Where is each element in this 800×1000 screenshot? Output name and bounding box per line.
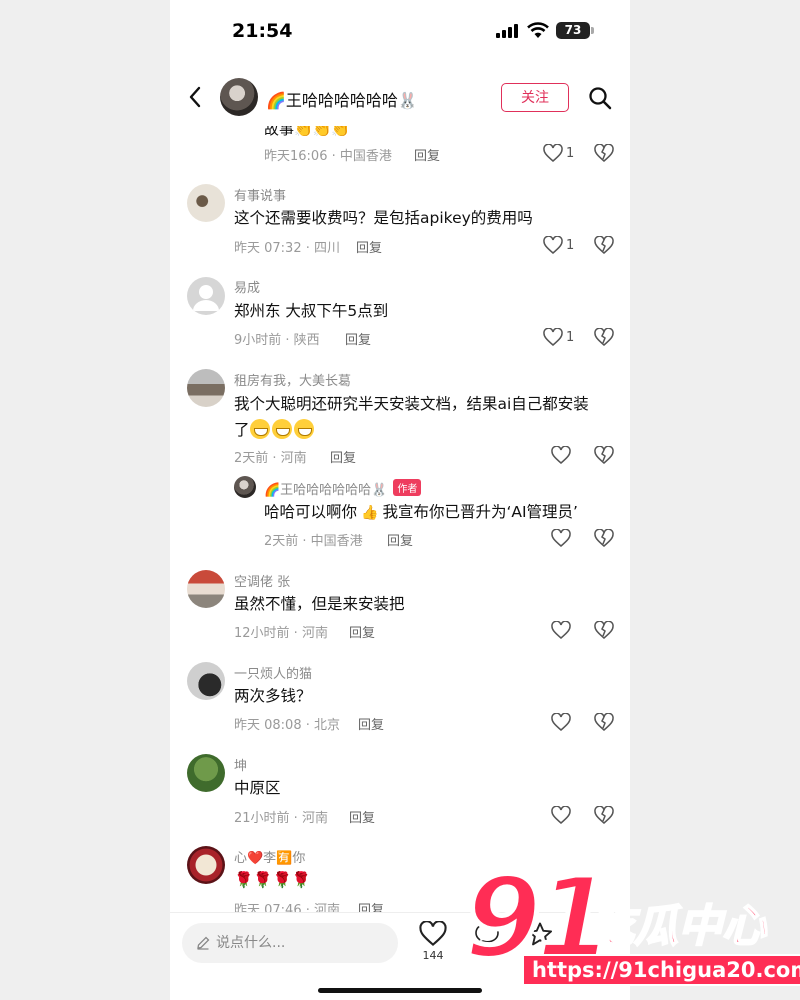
post-like-button[interactable]: 144 <box>418 920 448 962</box>
comment-input[interactable]: 说点什么... <box>182 923 398 963</box>
comment-meta: 9小时前 · 陕西 <box>234 333 320 348</box>
comment-meta: 21小时前 · 河南 <box>234 811 328 826</box>
comment-list[interactable]: 故事👏👏👏 昨天16:06 · 中国香港 回复 1 有事说事 这个还需要收费吗？… <box>170 0 630 1000</box>
like-button[interactable] <box>551 446 571 464</box>
reply-button[interactable]: 回复 <box>358 714 384 733</box>
reply-button[interactable]: 回复 <box>330 447 356 466</box>
heart-icon <box>419 920 447 946</box>
avatar[interactable] <box>187 369 225 407</box>
heart-icon <box>551 529 571 547</box>
comment-text-line2: 了 <box>234 417 316 443</box>
comment-username[interactable]: 心❤️李🈶你 <box>234 847 305 866</box>
like-button[interactable] <box>551 529 571 547</box>
comment-text: 中原区 <box>234 779 281 797</box>
avatar[interactable] <box>187 570 225 608</box>
comment-username[interactable]: 有事说事 <box>234 185 286 204</box>
like-count: 1 <box>566 329 575 345</box>
pencil-icon <box>197 936 210 950</box>
header-username[interactable]: 🌈王哈哈哈哈哈哈🐰 <box>266 87 418 111</box>
like-button[interactable] <box>551 806 571 824</box>
grin-emoji-icon <box>271 419 292 439</box>
grin-emoji-icon <box>293 419 314 439</box>
comment-username[interactable]: 一只烦人的猫 <box>234 663 312 682</box>
dislike-broken-heart-icon[interactable] <box>594 713 614 731</box>
reply-button[interactable]: 回复 <box>349 622 375 641</box>
like-button[interactable]: 1 <box>543 236 574 254</box>
comment-meta: 2天前 · 中国香港 <box>264 534 363 549</box>
comment-username[interactable]: 坤 <box>234 755 247 774</box>
comment-text: 这个还需要收费吗？是包括apikey的费用吗 <box>234 209 533 227</box>
reply-button[interactable]: 回复 <box>349 807 375 826</box>
comment-text: 郑州东 大叔下午5点到 <box>234 302 389 320</box>
thumbs-up-icon: 👍 <box>361 505 379 521</box>
avatar[interactable] <box>187 184 225 222</box>
like-button[interactable] <box>551 621 571 639</box>
heart-icon <box>543 328 563 346</box>
author-reply-text: 哈哈可以啊你 👍 我宣布你已晋升为‘AI管理员’ <box>264 499 578 526</box>
comment-meta: 昨天 08:08 · 北京 <box>234 718 340 733</box>
heart-icon <box>551 446 571 464</box>
watermark: 91 吃瓜中心 https://91chigua20.com <box>460 852 800 990</box>
heart-icon <box>551 806 571 824</box>
dislike-broken-heart-icon[interactable] <box>594 806 614 824</box>
search-icon[interactable] <box>588 86 612 110</box>
reply-button[interactable]: 回复 <box>414 145 440 164</box>
phone-screen: 21:54 73 故事👏👏👏 昨天16:06 · 中国香港 回复 1 有事说事 … <box>170 0 630 1000</box>
default-avatar-icon[interactable] <box>187 277 225 315</box>
avatar[interactable] <box>187 662 225 700</box>
heart-icon <box>551 713 571 731</box>
author-reply-username[interactable]: 🌈王哈哈哈哈哈哈🐰 作者 <box>264 479 422 498</box>
comment-username[interactable]: 易成 <box>234 277 260 296</box>
comment-username[interactable]: 空调佬 张 <box>234 571 290 590</box>
comment-meta: 昨天 07:32 · 四川 <box>234 241 340 256</box>
reply-button[interactable]: 回复 <box>345 329 371 348</box>
watermark-text: 吃瓜中心 <box>589 900 767 953</box>
comment-text: 虽然不懂，但是来安装把 <box>234 595 405 613</box>
comment-username[interactable]: 租房有我，大美长葛 <box>234 370 351 389</box>
follow-button[interactable]: 关注 <box>501 83 569 112</box>
like-button[interactable]: 1 <box>543 144 574 162</box>
dislike-broken-heart-icon[interactable] <box>594 236 614 254</box>
dislike-broken-heart-icon[interactable] <box>594 446 614 464</box>
author-avatar[interactable] <box>234 476 256 498</box>
grin-emoji-icon <box>249 419 270 439</box>
comment-meta: 2天前 · 河南 <box>234 451 307 466</box>
like-count: 1 <box>566 145 575 161</box>
dislike-broken-heart-icon[interactable] <box>594 328 614 346</box>
dislike-broken-heart-icon[interactable] <box>594 144 614 162</box>
dislike-broken-heart-icon[interactable] <box>594 529 614 547</box>
heart-icon <box>543 144 563 162</box>
watermark-url: https://91chigua20.com <box>522 954 800 986</box>
like-button[interactable]: 1 <box>543 328 574 346</box>
back-arrow-icon[interactable] <box>188 86 202 108</box>
heart-icon <box>543 236 563 254</box>
comment-text: 两次多钱？ <box>234 687 312 705</box>
reply-button[interactable]: 回复 <box>387 530 413 549</box>
avatar[interactable] <box>187 754 225 792</box>
home-indicator <box>318 988 482 993</box>
header-avatar[interactable] <box>220 78 258 116</box>
reply-button[interactable]: 回复 <box>356 237 382 256</box>
profile-header: 🌈王哈哈哈哈哈哈🐰 关注 <box>170 64 630 126</box>
comment-text: 我个大聪明还研究半天安装文档，结果ai自己都安装 <box>234 395 589 413</box>
like-count: 1 <box>566 237 575 253</box>
comment-meta: 12小时前 · 河南 <box>234 626 328 641</box>
avatar[interactable] <box>187 846 225 884</box>
comment-text: 🌹🌹🌹🌹 <box>234 871 312 889</box>
like-button[interactable] <box>551 713 571 731</box>
author-badge: 作者 <box>393 479 422 496</box>
post-like-count: 144 <box>422 949 444 962</box>
comment-meta: 昨天16:06 · 中国香港 <box>264 149 392 164</box>
heart-icon <box>551 621 571 639</box>
dislike-broken-heart-icon[interactable] <box>594 621 614 639</box>
